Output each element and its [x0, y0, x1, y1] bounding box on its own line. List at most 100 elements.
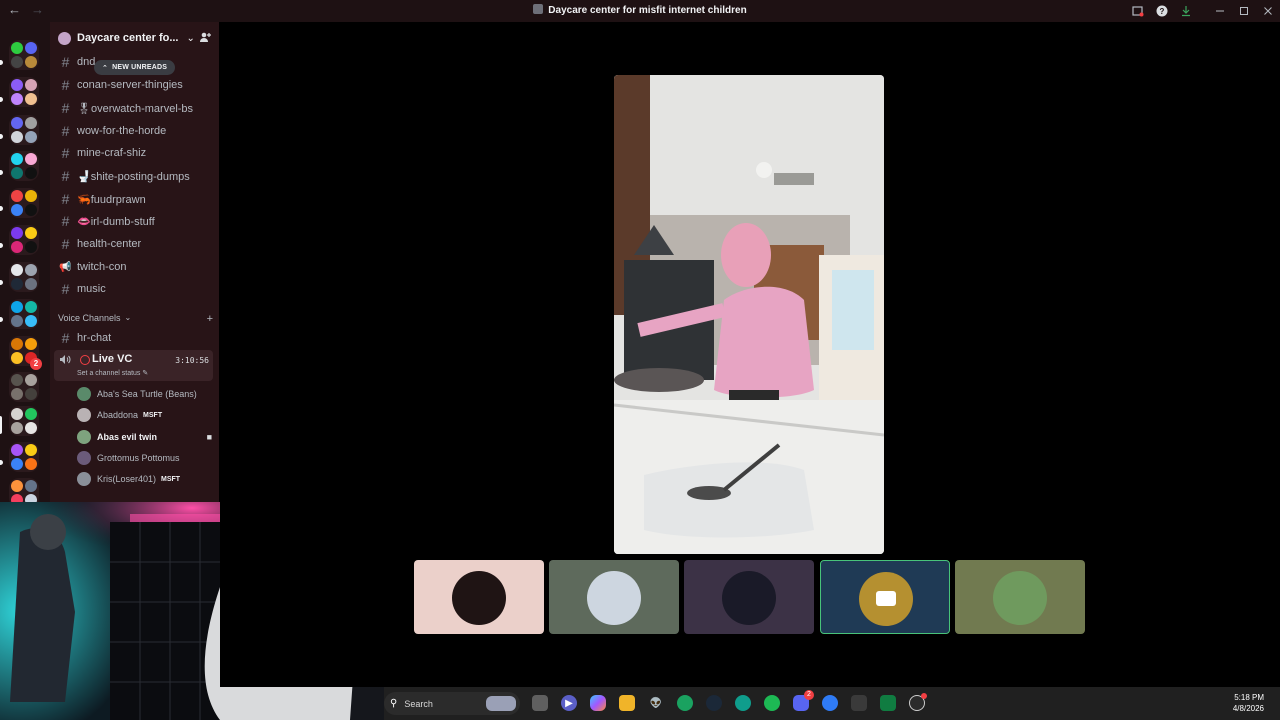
unread-dot — [0, 243, 3, 248]
participant-tile[interactable] — [820, 560, 950, 634]
inbox-icon[interactable] — [1126, 0, 1150, 22]
close-icon[interactable] — [1256, 0, 1280, 22]
server-icon-selected[interactable] — [9, 406, 39, 436]
server-folder-icon[interactable] — [9, 188, 39, 218]
participant-tile[interactable] — [684, 560, 814, 634]
voice-timer: 3:10:56 — [175, 356, 209, 365]
avatar — [587, 571, 641, 625]
hash-icon: # — [61, 54, 70, 70]
voice-user[interactable]: Kris(Loser401) MSFT — [77, 470, 212, 488]
server-folder-icon[interactable] — [9, 478, 39, 502]
hash-icon: # — [61, 168, 70, 184]
channel-status-button[interactable]: Set a channel status ✎ — [77, 369, 148, 377]
add-channel-icon[interactable]: + — [207, 313, 213, 325]
minimize-icon[interactable] — [1208, 0, 1232, 22]
avatar — [452, 571, 506, 625]
clock-time: 5:18 PM — [1234, 693, 1264, 702]
server-folder-icon[interactable] — [9, 225, 39, 255]
taskbar-clock[interactable]: 5:18 PM 4/8/2026 — [1233, 692, 1264, 714]
participant-tile[interactable] — [414, 560, 544, 634]
voice-channel-live-vc[interactable]: Live VC 3:10:56 Set a channel status ✎ — [54, 350, 213, 381]
battlenet-icon[interactable] — [822, 695, 838, 711]
unread-dot — [0, 134, 3, 139]
server-icon[interactable] — [9, 372, 39, 402]
download-icon[interactable] — [1174, 0, 1198, 22]
channel-item[interactable]: # 👄irl-dumb-stuff — [58, 211, 213, 231]
channel-hr-chat[interactable]: # hr-chat — [58, 328, 213, 348]
voice-user[interactable]: Grottomus Pottomus — [77, 449, 212, 467]
file-explorer-icon[interactable] — [619, 695, 635, 711]
hash-icon: # — [61, 213, 70, 229]
robot-app-icon[interactable] — [851, 695, 867, 711]
participant-tile[interactable] — [955, 560, 1085, 634]
avatar — [77, 408, 91, 422]
search-label: Search — [404, 698, 433, 709]
chevron-down-icon[interactable]: ⌄ — [187, 33, 195, 44]
channel-item[interactable]: # mine-craf-shiz — [58, 143, 213, 163]
avatar — [993, 571, 1047, 625]
unread-dot — [0, 280, 3, 285]
channel-label: 👄irl-dumb-stuff — [77, 215, 155, 228]
channel-item[interactable]: # health-center — [58, 234, 213, 254]
channel-item[interactable]: # conan-server-thingies — [58, 75, 213, 95]
channel-item[interactable]: 📢 twitch-con — [58, 257, 213, 277]
zoom-icon[interactable]: ▶ — [561, 695, 577, 711]
chevron-down-icon: ⌄ — [124, 313, 132, 322]
help-icon[interactable]: ? — [1150, 0, 1174, 22]
channel-label: 🦐fuudrprawn — [77, 193, 146, 206]
server-folder-icon[interactable] — [9, 151, 39, 181]
alien-app-icon[interactable]: 👽 — [648, 695, 664, 711]
server-icon[interactable] — [9, 299, 39, 329]
unread-dot — [0, 460, 3, 465]
discord-icon[interactable]: 2 — [793, 690, 814, 711]
invite-user-icon[interactable] — [199, 31, 211, 46]
maximize-icon[interactable] — [1232, 0, 1256, 22]
unread-dot — [0, 206, 3, 211]
new-unreads-pill[interactable]: ⌃ NEW UNREADS — [94, 60, 176, 75]
voice-user-name: Aba's Sea Turtle (Beans) — [97, 389, 197, 399]
server-folder-icon[interactable] — [9, 442, 39, 472]
channel-item[interactable]: # 🦐fuudrprawn — [58, 189, 213, 209]
live-indicator-icon — [80, 355, 90, 365]
server-folder-icon[interactable] — [9, 40, 39, 70]
voice-user[interactable]: Abas evil twin ■ — [77, 428, 212, 446]
chatgpt-icon[interactable] — [909, 693, 927, 711]
copilot-icon[interactable] — [590, 695, 606, 711]
hash-icon: # — [61, 123, 70, 139]
channel-item[interactable]: # 🚽shite-posting-dumps — [58, 166, 213, 186]
excel-icon[interactable] — [880, 695, 896, 711]
edge-dev-icon[interactable] — [735, 695, 751, 711]
unread-dot — [0, 97, 3, 102]
channel-item[interactable]: # music — [58, 279, 213, 299]
speaker-icon — [59, 354, 71, 368]
channel-item[interactable]: # wow-for-the-horde — [58, 121, 213, 141]
server-header[interactable]: Daycare center fo... ⌄ — [50, 22, 219, 54]
voice-user[interactable]: Abaddona MSFT — [77, 406, 212, 424]
unread-dot — [0, 317, 3, 322]
voice-user[interactable]: Aba's Sea Turtle (Beans) — [77, 385, 212, 403]
participant-tile[interactable] — [549, 560, 679, 634]
spotify-icon[interactable] — [764, 695, 780, 711]
taskbar-search[interactable]: ⚲ Search — [384, 692, 520, 715]
unread-dot — [0, 60, 3, 65]
server-folder-icon[interactable] — [9, 262, 39, 292]
discord-window: ← → Daycare center for misfit internet c… — [0, 0, 1280, 720]
server-boost-icon — [58, 31, 71, 45]
voice-category-header[interactable]: Voice Channels ⌄ + — [58, 313, 213, 325]
hash-icon: # — [61, 330, 70, 346]
steam-icon[interactable] — [706, 695, 722, 711]
selected-indicator — [0, 416, 2, 434]
edge-icon[interactable] — [677, 695, 693, 711]
voice-category-label: Voice Channels — [58, 313, 121, 323]
voice-user-name: Kris(Loser401) — [97, 474, 157, 484]
window-title-text: Daycare center for misfit internet child… — [548, 5, 747, 16]
channel-item[interactable]: # 🎖overwatch-marvel-bs — [58, 98, 213, 118]
main-video-feed[interactable] — [614, 75, 884, 554]
forward-arrow-icon[interactable]: → — [31, 2, 44, 17]
server-folder-icon[interactable] — [9, 115, 39, 145]
discord-badge: 2 — [804, 690, 814, 700]
server-folder-icon[interactable] — [9, 77, 39, 107]
task-view-icon[interactable] — [532, 695, 548, 711]
channel-label: conan-server-thingies — [77, 79, 183, 91]
back-arrow-icon[interactable]: ← — [8, 2, 21, 17]
